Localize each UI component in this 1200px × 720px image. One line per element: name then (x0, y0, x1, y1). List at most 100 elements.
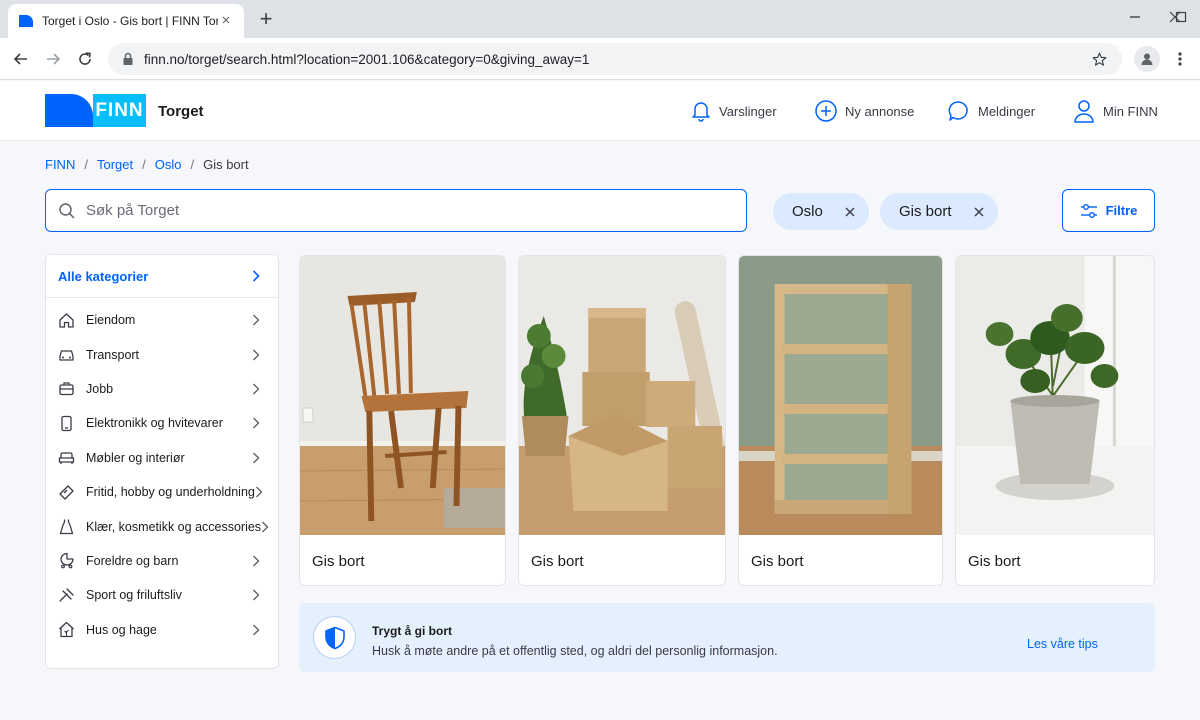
listing-card[interactable]: Gis bort (738, 255, 943, 586)
notifications-label: Varslinger (719, 103, 777, 119)
chevron-right-icon (255, 486, 263, 498)
close-icon[interactable] (974, 207, 984, 217)
chevron-right-icon (252, 624, 260, 636)
profile-avatar-icon[interactable] (1134, 46, 1160, 72)
sidebar-item-foreldre[interactable]: Foreldre og barn (46, 544, 278, 578)
browser-menu-icon[interactable] (1170, 46, 1190, 72)
sidebar-item-label: Eiendom (86, 313, 136, 328)
sidebar-item-klaer[interactable]: Klær, kosmetikk og accessories (46, 509, 278, 543)
breadcrumb-separator: / (84, 157, 88, 172)
address-bar[interactable]: finn.no/torget/search.html?location=2001… (108, 43, 1122, 75)
sidebar-item-label: Fritid, hobby og underholdning (86, 485, 255, 500)
ticket-icon (58, 484, 75, 501)
chevron-right-icon (252, 452, 260, 464)
breadcrumb-separator: / (190, 157, 195, 172)
chevron-right-icon (252, 314, 260, 326)
search-box[interactable] (45, 189, 747, 232)
chevron-right-icon (252, 270, 260, 282)
filter-chip-oslo[interactable]: Oslo (773, 193, 869, 230)
chevron-right-icon (252, 589, 260, 601)
sport-icon (58, 587, 75, 604)
close-icon[interactable] (845, 207, 855, 217)
listing-title: Gis bort (751, 553, 804, 570)
site-name[interactable]: Torget (158, 103, 204, 120)
my-finn-label: Min FINN (1103, 103, 1158, 119)
logo-text: FINN (95, 99, 144, 121)
home-garden-icon (58, 621, 75, 638)
filter-chip-label: Gis bort (899, 203, 952, 220)
banner-text: Husk å møte andre på et offentlig sted, … (372, 644, 778, 658)
all-categories-label: Alle kategorier (58, 268, 149, 284)
new-ad-label: Ny annonse (845, 103, 915, 119)
sidebar-item-label: Jobb (86, 381, 114, 396)
plus-circle-icon (815, 100, 837, 122)
filters-label: Filtre (1105, 203, 1138, 218)
filter-chip-label: Oslo (792, 203, 823, 220)
tips-link[interactable]: Les våre tips (1027, 637, 1098, 651)
chat-bubble-icon (948, 101, 968, 121)
sidebar-item-label: Elektronikk og hvitevarer (86, 416, 223, 431)
banner-title: Trygt å gi bort (372, 624, 453, 638)
url-text: finn.no/torget/search.html?location=2001… (144, 51, 590, 67)
sidebar-item-sport[interactable]: Sport og friluftsliv (46, 578, 278, 612)
filters-button[interactable]: Filtre (1062, 189, 1155, 232)
sidebar-item-eiendom[interactable]: Eiendom (46, 303, 278, 337)
sidebar-item-jobb[interactable]: Jobb (46, 372, 278, 406)
bell-icon (692, 102, 710, 122)
messages-link[interactable]: Meldinger (948, 98, 1035, 124)
reload-icon[interactable] (72, 46, 98, 72)
sidebar-item-elektronikk[interactable]: Elektronikk og hvitevarer (46, 406, 278, 440)
stroller-icon (58, 552, 75, 569)
breadcrumb: FINN / Torget / Oslo / Gis bort (45, 157, 249, 172)
tab-title: Torget i Oslo - Gis bort | FINN Torget (42, 14, 218, 28)
search-icon (59, 202, 75, 219)
breadcrumb-separator: / (142, 157, 146, 172)
listing-title: Gis bort (531, 553, 584, 570)
sidebar-item-mobler[interactable]: Møbler og interiør (46, 441, 278, 475)
sidebar-item-label: Transport (86, 347, 140, 362)
sidebar-item-fritid[interactable]: Fritid, hobby og underholdning (46, 475, 278, 509)
filter-chip-gis-bort[interactable]: Gis bort (880, 193, 998, 230)
notifications-link[interactable]: Varslinger (691, 98, 777, 124)
new-tab-icon[interactable]: + (256, 8, 276, 30)
listing-image-plant (956, 256, 1154, 535)
chevron-right-icon (252, 383, 260, 395)
sidebar-item-label: Sport og friluftsliv (86, 588, 182, 603)
search-input[interactable] (86, 202, 734, 219)
sidebar-item-hus-og-hage[interactable]: Hus og hage (46, 613, 278, 647)
sidebar-item-label: Møbler og interiør (86, 450, 185, 465)
site-header: FINN Torget Varslinger Ny annonse Meldin… (0, 81, 1200, 141)
sliders-icon (1080, 203, 1097, 218)
phone-icon (58, 415, 75, 432)
listing-title: Gis bort (312, 553, 365, 570)
breadcrumb-oslo[interactable]: Oslo (155, 157, 182, 172)
finn-logo[interactable]: FINN (45, 94, 146, 127)
browser-toolbar: finn.no/torget/search.html?location=2001… (0, 38, 1200, 80)
chevron-right-icon (252, 349, 260, 361)
chevron-right-icon (261, 521, 269, 533)
safety-banner: Trygt å gi bort Husk å møte andre på et … (299, 603, 1155, 672)
listing-card[interactable]: Gis bort (299, 255, 506, 586)
bookmark-star-icon[interactable] (1091, 51, 1108, 68)
new-ad-link[interactable]: Ny annonse (815, 98, 914, 124)
user-icon (1074, 100, 1094, 123)
dress-icon (58, 518, 75, 535)
tab-close-icon[interactable]: × (218, 13, 234, 29)
chevron-right-icon (252, 417, 260, 429)
sidebar-item-transport[interactable]: Transport (46, 337, 278, 371)
my-finn-link[interactable]: Min FINN (1073, 98, 1158, 124)
breadcrumb-torget[interactable]: Torget (97, 157, 133, 172)
chevron-right-icon (252, 555, 260, 567)
listing-title: Gis bort (968, 553, 1021, 570)
finn-favicon-icon (19, 15, 33, 27)
breadcrumb-finn[interactable]: FINN (45, 157, 75, 172)
listing-card[interactable]: Gis bort (518, 255, 726, 586)
all-categories-link[interactable]: Alle kategorier (46, 255, 278, 298)
forward-icon[interactable] (40, 46, 66, 72)
category-list: Eiendom Transport Jobb Elektronikk og hv… (46, 298, 278, 647)
close-window-button[interactable] (1150, 0, 1200, 34)
listing-card[interactable]: Gis bort (955, 255, 1155, 586)
back-icon[interactable] (8, 46, 34, 72)
browser-tab[interactable]: Torget i Oslo - Gis bort | FINN Torget × (8, 4, 244, 38)
listing-image-chair (300, 256, 505, 535)
